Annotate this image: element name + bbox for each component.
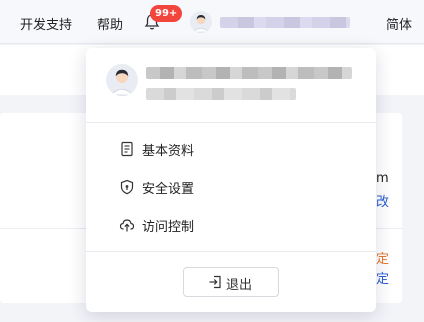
menu-basic-info[interactable]: 基本资料 — [86, 132, 376, 166]
menu-security-settings[interactable]: 安全设置 — [86, 170, 376, 204]
menu-access-control-label: 访问控制 — [142, 220, 195, 235]
username-blurred[interactable] — [220, 17, 350, 28]
bg-text-warning[interactable]: 定 — [376, 248, 389, 267]
cloud-upload-icon — [119, 219, 135, 232]
menu-access-control[interactable]: 访问控制 — [86, 208, 376, 242]
user-dropdown: 基本资料 安全设置 访问控制 退出 — [86, 48, 376, 312]
notification-badge: 99+ — [150, 5, 183, 22]
dropdown-avatar — [106, 64, 138, 96]
avatar-icon — [106, 64, 138, 96]
bg-text-unit: m — [376, 171, 389, 186]
nav-help[interactable]: 帮助 — [97, 14, 123, 33]
logout-label: 退出 — [226, 278, 253, 293]
dropdown-divider — [86, 122, 376, 123]
avatar-icon — [190, 11, 212, 33]
nav-developer-support[interactable]: 开发支持 — [20, 14, 72, 33]
menu-basic-info-label: 基本资料 — [142, 144, 195, 159]
language-switch[interactable]: 简体 — [386, 14, 412, 33]
account-id-blurred — [146, 88, 296, 100]
logout-button[interactable]: 退出 — [183, 267, 279, 297]
top-bar: 开发支持 帮助 99+ 简体 — [0, 0, 424, 44]
shield-icon — [120, 179, 134, 195]
menu-security-settings-label: 安全设置 — [142, 182, 195, 197]
document-icon — [121, 141, 133, 157]
account-name-blurred — [146, 67, 352, 79]
bg-link-modify[interactable]: 改 — [376, 191, 389, 210]
user-avatar[interactable] — [190, 11, 212, 33]
bg-link-setting[interactable]: 定 — [376, 268, 389, 287]
logout-icon — [209, 275, 221, 289]
dropdown-divider — [86, 251, 376, 252]
